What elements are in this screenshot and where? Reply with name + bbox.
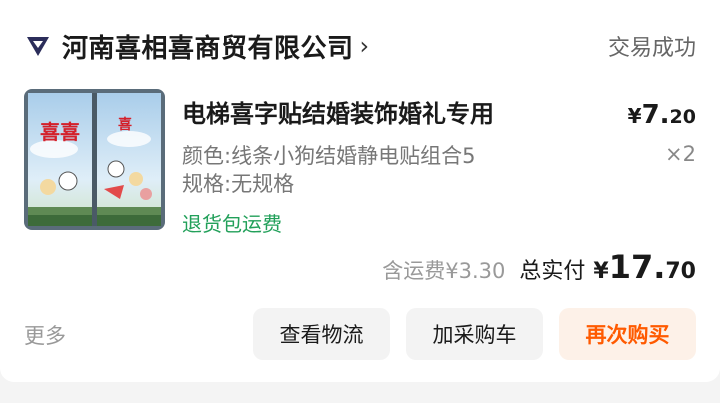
view-logistics-button[interactable]: 查看物流 bbox=[253, 308, 390, 360]
order-card: 河南喜相喜商贸有限公司 › 交易成功 喜喜 喜 电梯喜字贴结婚装饰婚礼专用 ¥7… bbox=[0, 0, 720, 382]
order-total-row: 含运费¥3.30 总实付 ¥17.70 bbox=[382, 248, 696, 286]
more-actions-link[interactable]: 更多 bbox=[24, 320, 66, 350]
shop-name-link[interactable]: 河南喜相喜商贸有限公司 bbox=[62, 28, 354, 65]
product-thumbnail[interactable]: 喜喜 喜 bbox=[24, 89, 165, 230]
paid-decimal: 70 bbox=[665, 259, 696, 284]
spec-size: 规格:无规格 bbox=[182, 172, 295, 196]
quantity: ×2 bbox=[665, 142, 696, 166]
price-decimal: 20 bbox=[669, 106, 696, 128]
chevron-right-icon[interactable]: › bbox=[360, 34, 370, 58]
return-shipping-tag: 退货包运费 bbox=[182, 212, 282, 236]
paid-currency: ¥ bbox=[593, 259, 609, 284]
buy-again-button[interactable]: 再次购买 bbox=[559, 308, 696, 360]
price-integer: 7. bbox=[641, 100, 670, 130]
product-title[interactable]: 电梯喜字贴结婚装饰婚礼专用 bbox=[182, 94, 494, 129]
unit-price: ¥7.20 bbox=[628, 100, 696, 130]
shop-logo-icon bbox=[24, 32, 52, 60]
paid-integer: 17. bbox=[608, 248, 666, 286]
paid-label: 总实付 bbox=[519, 259, 586, 284]
spec-color: 颜色:线条小狗结婚静电贴组合5 bbox=[182, 144, 476, 168]
order-header: 河南喜相喜商贸有限公司 › 交易成功 bbox=[24, 26, 696, 66]
thumb-double-happiness-right: 喜 bbox=[118, 116, 132, 133]
order-status: 交易成功 bbox=[607, 36, 696, 61]
shipping-fee: 含运费¥3.30 bbox=[382, 259, 506, 283]
add-to-cart-button[interactable]: 加采购车 bbox=[406, 308, 543, 360]
paid-amount: ¥17.70 bbox=[593, 248, 696, 286]
thumb-double-happiness-left: 喜喜 bbox=[40, 120, 80, 144]
price-currency: ¥ bbox=[627, 104, 642, 128]
